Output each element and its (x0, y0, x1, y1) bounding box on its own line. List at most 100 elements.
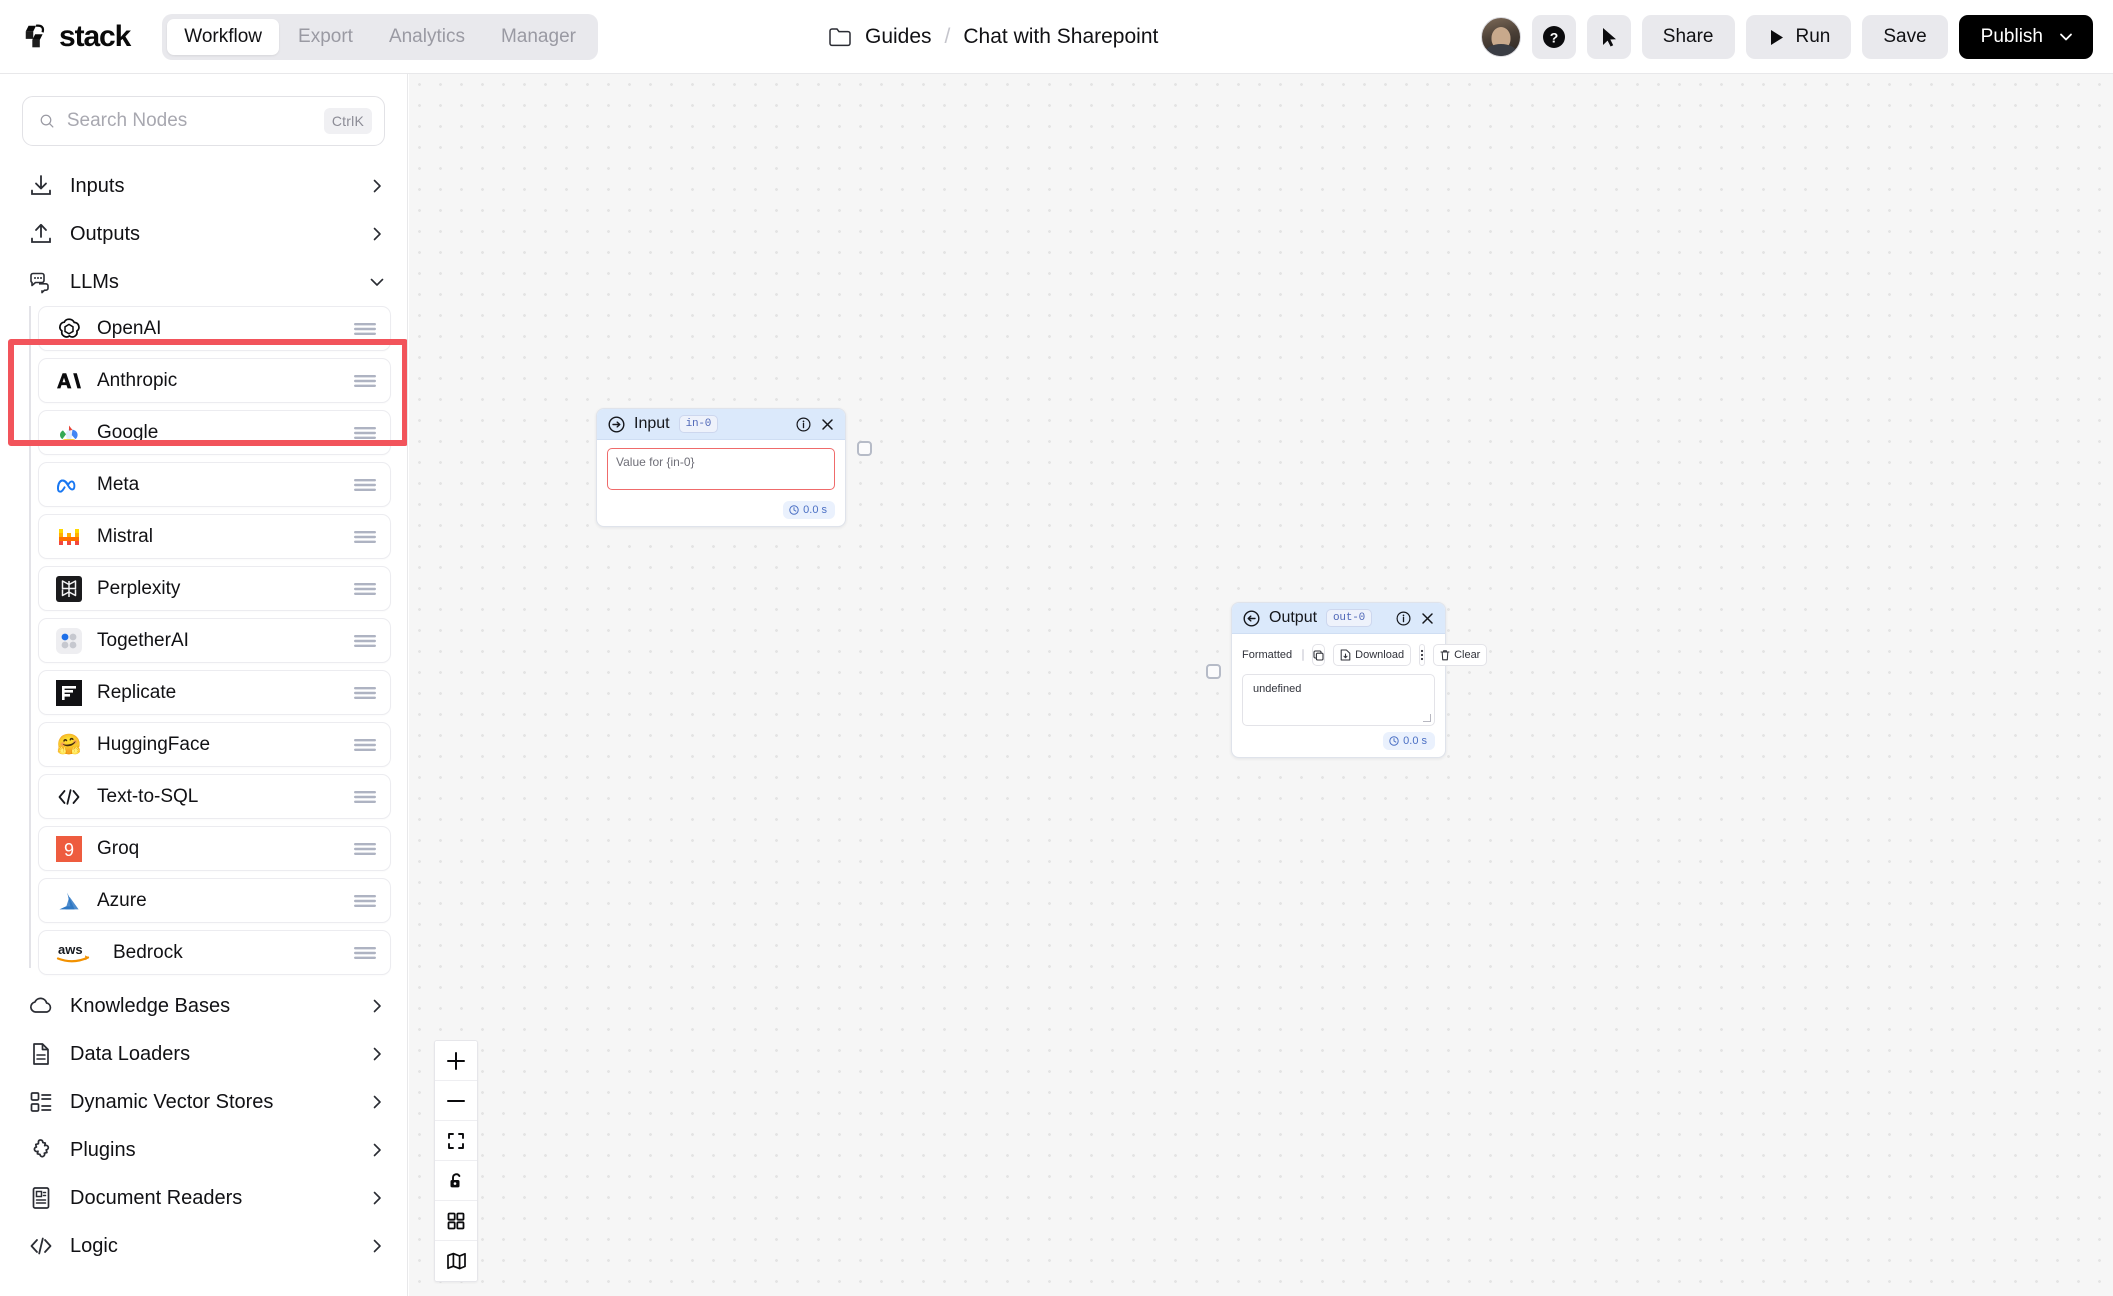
sidebar-category-outputs[interactable]: Outputs (0, 210, 407, 258)
node-item-azure[interactable]: Azure (38, 878, 391, 923)
node-id-badge: in-0 (678, 415, 719, 433)
node-item-meta[interactable]: Meta (38, 462, 391, 507)
svg-text:aws: aws (58, 942, 83, 957)
node-item-openai[interactable]: OpenAI (38, 306, 391, 351)
drag-handle-icon[interactable] (354, 374, 376, 388)
node-item-replicate[interactable]: Replicate (38, 670, 391, 715)
sidebar-category-data-loaders[interactable]: Data Loaders (0, 1030, 407, 1078)
search-icon (40, 114, 54, 128)
sidebar-category-knowledge-bases[interactable]: Knowledge Bases (0, 982, 407, 1030)
top-bar: stack Workflow Export Analytics Manager … (0, 0, 2113, 74)
tab-manager[interactable]: Manager (484, 19, 593, 55)
formatted-toggle[interactable] (1302, 649, 1305, 661)
node-header: Input in-0 (597, 409, 845, 440)
sidebar-category-dynamic-vector-stores[interactable]: Dynamic Vector Stores (0, 1078, 407, 1126)
tab-analytics[interactable]: Analytics (372, 19, 482, 55)
huggingface-logo-icon: 🤗 (56, 733, 82, 756)
chevron-right-icon (373, 1191, 381, 1205)
chat-bubbles-icon (30, 272, 49, 294)
canvas-controls (434, 1040, 478, 1282)
node-item-groq[interactable]: 9 Groq (38, 826, 391, 871)
drag-handle-icon[interactable] (354, 582, 376, 596)
share-button[interactable]: Share (1641, 15, 1735, 59)
breadcrumb-parent[interactable]: Guides (865, 25, 932, 49)
node-item-text-to-sql[interactable]: Text-to-SQL (38, 774, 391, 819)
formatted-label: Formatted (1242, 649, 1293, 661)
search-input[interactable] (66, 110, 312, 132)
node-output-handle[interactable] (857, 441, 872, 456)
node-label: Perplexity (97, 577, 181, 599)
clear-button[interactable]: Clear (1433, 644, 1488, 666)
save-button[interactable]: Save (1862, 15, 1948, 59)
lock-button[interactable] (435, 1161, 477, 1201)
node-item-google[interactable]: Google (38, 410, 391, 455)
drag-handle-icon[interactable] (354, 530, 376, 544)
arrow-left-circle-icon (1243, 609, 1260, 627)
node-item-bedrock[interactable]: aws Bedrock (38, 930, 391, 975)
drag-handle-icon[interactable] (354, 842, 376, 856)
category-label: Document Readers (70, 1186, 243, 1209)
app-logo[interactable]: stack (22, 19, 131, 54)
output-content-area[interactable]: undefined (1242, 674, 1435, 726)
close-icon[interactable] (1420, 611, 1435, 626)
app-logo-text: stack (59, 19, 131, 53)
zoom-in-button[interactable] (435, 1041, 477, 1081)
sidebar-category-document-readers[interactable]: Document Readers (0, 1174, 407, 1222)
flow-node-output[interactable]: Output out-0 Formatted Download Clear un… (1206, 602, 1488, 758)
fit-view-button[interactable] (435, 1121, 477, 1161)
node-input-handle[interactable] (1206, 664, 1221, 679)
search-shortcut-badge: CtrlK (323, 108, 372, 134)
node-item-huggingface[interactable]: 🤗 HuggingFace (38, 722, 391, 767)
node-item-mistral[interactable]: Mistral (38, 514, 391, 559)
node-label: HuggingFace (97, 733, 211, 755)
cursor-tool-button[interactable] (1586, 15, 1631, 59)
run-button[interactable]: Run (1745, 15, 1852, 59)
category-label: Knowledge Bases (70, 994, 231, 1017)
puzzle-icon (33, 1139, 50, 1158)
info-icon[interactable] (1396, 610, 1411, 626)
drag-handle-icon[interactable] (354, 738, 376, 752)
sidebar-category-plugins[interactable]: Plugins (0, 1126, 407, 1174)
avatar[interactable] (1480, 17, 1521, 57)
header-actions: ? Share Run Save Publish (1480, 0, 2093, 74)
node-label: Mistral (97, 525, 153, 547)
node-footer: 0.0 s (597, 501, 845, 526)
node-item-perplexity[interactable]: Perplexity (38, 566, 391, 611)
mistral-logo-icon (55, 523, 83, 551)
publish-button[interactable]: Publish (1958, 15, 2093, 59)
search-nodes-box[interactable]: CtrlK (22, 96, 385, 146)
node-footer: 0.0 s (1232, 732, 1445, 757)
drag-handle-icon[interactable] (354, 478, 376, 492)
drag-handle-icon[interactable] (354, 894, 376, 908)
grid-button[interactable] (435, 1201, 477, 1241)
copy-button[interactable] (1312, 644, 1326, 666)
tab-export[interactable]: Export (281, 19, 370, 55)
zoom-out-button[interactable] (435, 1081, 477, 1121)
drag-handle-icon[interactable] (354, 686, 376, 700)
clock-icon (1389, 736, 1399, 746)
node-item-togetherai[interactable]: TogetherAI (38, 618, 391, 663)
drag-handle-icon[interactable] (354, 634, 376, 648)
drag-handle-icon[interactable] (354, 426, 376, 440)
drag-handle-icon[interactable] (354, 790, 376, 804)
minimap-button[interactable] (435, 1241, 477, 1281)
drag-handle-icon[interactable] (354, 946, 376, 960)
map-icon (446, 1252, 466, 1270)
sidebar-category-logic[interactable]: Logic (0, 1222, 407, 1270)
input-value-field[interactable] (607, 448, 835, 490)
node-item-anthropic[interactable]: Anthropic (38, 358, 391, 403)
breadcrumb-current[interactable]: Chat with Sharepoint (963, 25, 1158, 49)
info-icon[interactable] (796, 416, 811, 432)
flow-node-input[interactable]: Input in-0 0.0 s (596, 408, 872, 527)
sidebar-category-llms[interactable]: LLMs (0, 258, 407, 306)
tab-workflow[interactable]: Workflow (167, 18, 280, 55)
node-body (597, 440, 845, 501)
more-options-button[interactable] (1419, 644, 1426, 666)
download-button[interactable]: Download (1333, 644, 1412, 666)
run-label: Run (1795, 26, 1831, 47)
close-icon[interactable] (820, 417, 835, 432)
sidebar-category-inputs[interactable]: Inputs (0, 162, 407, 210)
drag-handle-icon[interactable] (354, 322, 376, 336)
workflow-canvas[interactable]: Input in-0 0.0 s (409, 74, 2113, 1296)
help-button[interactable]: ? (1531, 15, 1576, 59)
